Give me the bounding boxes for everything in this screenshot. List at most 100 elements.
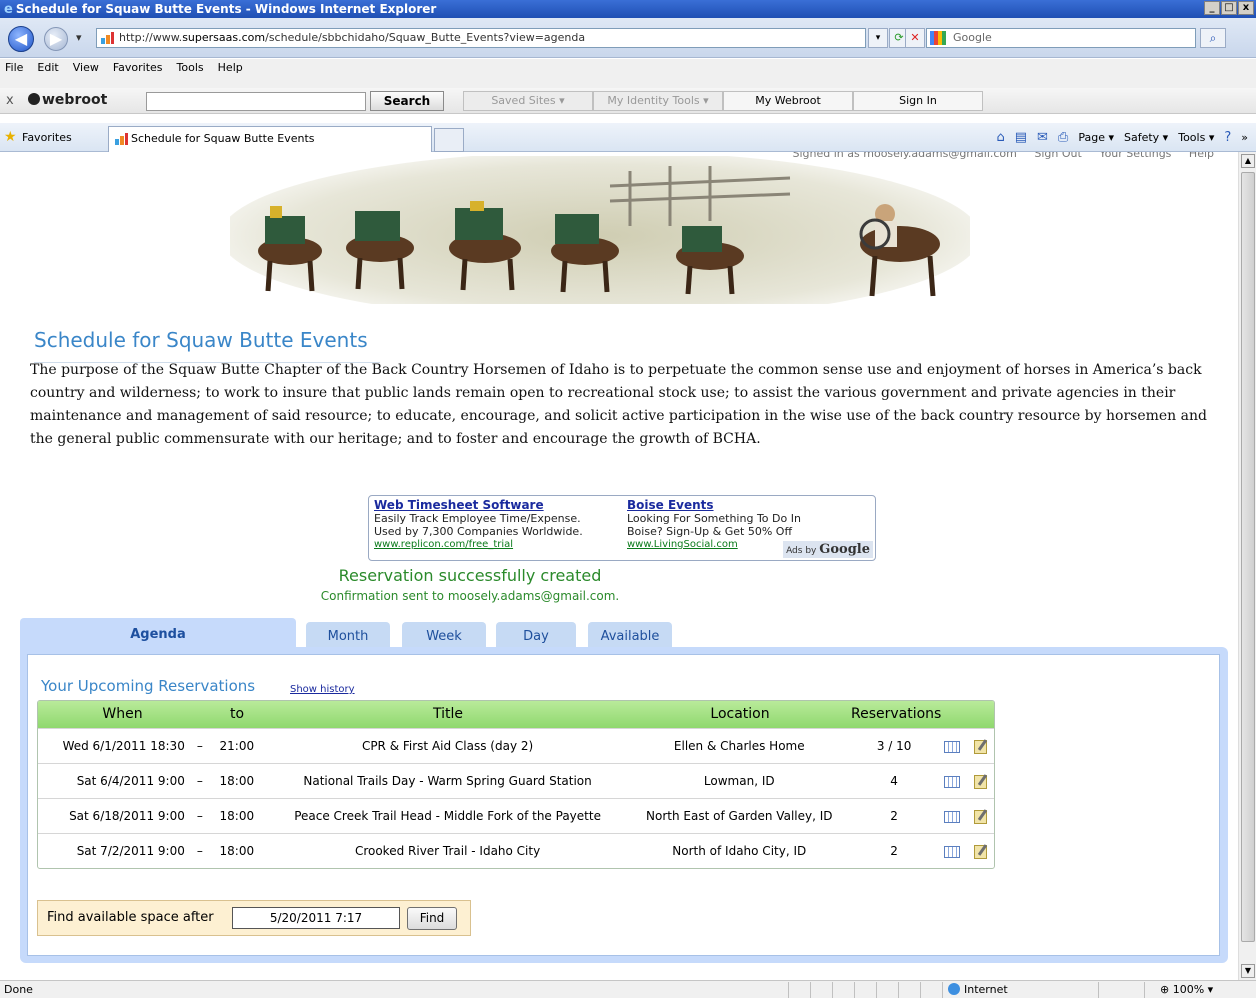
my-webroot-button[interactable]: My Webroot <box>723 91 853 111</box>
show-history-link[interactable]: Show history <box>290 684 355 695</box>
cell-title: National Trails Day - Warm Spring Guard … <box>303 774 592 788</box>
table-row: Sat 6/18/2011 9:00 – 18:00 Peace Creek T… <box>38 798 994 833</box>
ad-line: Looking For Something To Do In <box>627 512 801 525</box>
forward-arrow-icon: ▶ <box>49 29 63 48</box>
find-date-input[interactable]: 5/20/2011 7:17 <box>232 907 400 929</box>
ad-title-link[interactable]: Boise Events <box>627 499 801 512</box>
page-title: Schedule for Squaw Butte Events <box>34 328 380 363</box>
cell-location: North of Idaho City, ID <box>672 844 807 858</box>
chevron-down-icon: ▾ <box>875 33 881 43</box>
cell-when: Sat 7/2/2011 9:00 <box>76 844 185 858</box>
cell-title: Peace Creek Trail Head - Middle Fork of … <box>294 809 601 823</box>
history-dropdown-icon[interactable]: ▾ <box>76 31 82 44</box>
schedule-description: The purpose of the Squaw Butte Chapter o… <box>30 362 1207 447</box>
ie-logo-icon: e <box>4 1 13 17</box>
webroot-logo-icon <box>28 93 40 105</box>
favorites-star-icon[interactable]: ★ <box>4 129 17 145</box>
menu-favorites[interactable]: Favorites <box>112 61 164 74</box>
find-button[interactable]: Find <box>407 907 457 930</box>
print-icon[interactable]: ⎙ <box>1058 130 1068 145</box>
cell-to: 21:00 <box>219 739 255 753</box>
favorites-button[interactable]: Favorites <box>22 131 72 144</box>
status-bar: Done Internet ⊕ 100% ▾ <box>0 980 1256 998</box>
cell-when: Sat 6/18/2011 9:00 <box>69 809 185 823</box>
upcoming-reservations-title: Your Upcoming Reservations <box>41 677 256 695</box>
ad-url-link[interactable]: www.LivingSocial.com <box>627 538 801 551</box>
browser-tab[interactable]: Schedule for Squaw Butte Events <box>108 126 432 152</box>
cell-reservations: 4 <box>890 774 898 788</box>
help-link[interactable]: Help <box>1189 152 1214 160</box>
header-to: to <box>229 706 245 722</box>
security-zone[interactable]: Internet <box>948 983 1008 996</box>
ad-line: Easily Track Employee Time/Expense. <box>374 512 581 525</box>
menu-view[interactable]: View <box>72 61 100 74</box>
edit-icon[interactable] <box>973 844 987 859</box>
stop-button[interactable]: ✕ <box>905 28 925 48</box>
search-icon: ⌕ <box>1209 31 1217 45</box>
ad-title-link[interactable]: Web Timesheet Software <box>374 499 583 512</box>
feeds-icon[interactable]: ▤ <box>1015 130 1027 145</box>
home-icon[interactable]: ⌂ <box>996 130 1004 145</box>
google-search-input[interactable]: Google <box>926 28 1196 48</box>
settings-link[interactable]: Your Settings <box>1099 152 1171 160</box>
mail-icon[interactable]: ✉ <box>1037 130 1048 145</box>
close-toolbar-icon[interactable]: x <box>6 93 14 108</box>
forward-button[interactable]: ▶ <box>44 27 68 51</box>
ads-by-google-link[interactable]: Ads by Google <box>783 541 873 558</box>
globe-icon <box>948 983 960 995</box>
maximize-button[interactable]: □ <box>1221 1 1237 15</box>
minimize-button[interactable]: _ <box>1204 1 1220 15</box>
identity-tools-button[interactable]: My Identity Tools ▾ <box>593 91 723 111</box>
address-dropdown-button[interactable]: ▾ <box>868 28 888 48</box>
ad-item: Boise Events Looking For Something To Do… <box>627 499 801 551</box>
zoom-level[interactable]: ⊕ 100% ▾ <box>1160 983 1213 996</box>
google-search-button[interactable]: ⌕ <box>1200 28 1226 48</box>
saved-sites-button[interactable]: Saved Sites ▾ <box>463 91 593 111</box>
menu-tools[interactable]: Tools <box>176 61 205 74</box>
scroll-up-icon[interactable]: ▲ <box>1241 154 1255 168</box>
scroll-down-icon[interactable]: ▼ <box>1241 964 1255 978</box>
url-domain: supersaas.com <box>182 31 266 44</box>
menu-help[interactable]: Help <box>217 61 244 74</box>
new-tab-button[interactable] <box>434 128 464 152</box>
menu-file[interactable]: File <box>4 61 24 74</box>
cell-dash: – <box>196 739 203 753</box>
refresh-icon: ⟳ <box>894 31 904 44</box>
calendar-icon[interactable] <box>944 775 961 788</box>
back-button[interactable]: ◀ <box>8 26 34 52</box>
google-logo-icon <box>930 31 946 45</box>
ad-line: Used by 7,300 Companies Worldwide. <box>374 525 583 538</box>
reservations-table: When to Title Location Reservations Wed … <box>37 700 995 869</box>
menu-edit[interactable]: Edit <box>36 61 59 74</box>
edit-icon[interactable] <box>973 774 987 789</box>
sign-in-button[interactable]: Sign In <box>853 91 983 111</box>
scrollbar-thumb[interactable] <box>1241 172 1255 942</box>
edit-icon[interactable] <box>973 809 987 824</box>
supersaas-favicon-icon <box>115 133 128 145</box>
ad-url-link[interactable]: www.replicon.com/free_trial <box>374 538 583 551</box>
cell-location: Lowman, ID <box>703 774 775 788</box>
banner-image <box>230 156 970 304</box>
tools-menu[interactable]: Tools ▾ <box>1178 131 1214 144</box>
header-title: Title <box>432 706 463 722</box>
webroot-search-button[interactable]: Search <box>370 91 444 111</box>
cell-to: 18:00 <box>219 844 255 858</box>
calendar-icon[interactable] <box>944 845 961 858</box>
more-commands-icon[interactable]: » <box>1241 131 1248 144</box>
calendar-icon[interactable] <box>944 740 961 753</box>
safety-menu[interactable]: Safety ▾ <box>1124 131 1168 144</box>
webroot-search-input[interactable] <box>146 92 366 111</box>
page-menu[interactable]: Page ▾ <box>1078 131 1114 144</box>
cell-to: 18:00 <box>219 774 255 788</box>
address-input[interactable]: http://www.supersaas.com/schedule/sbbchi… <box>96 28 866 48</box>
confirmation-message: Confirmation sent to moosely.adams@gmail… <box>320 589 620 603</box>
calendar-icon[interactable] <box>944 810 961 823</box>
edit-icon[interactable] <box>973 739 987 754</box>
close-window-button[interactable]: x <box>1238 1 1254 15</box>
help-icon[interactable]: ? <box>1224 130 1231 145</box>
cell-dash: – <box>196 844 203 858</box>
ad-item: Web Timesheet Software Easily Track Empl… <box>374 499 583 551</box>
table-row: Wed 6/1/2011 18:30 – 21:00 CPR & First A… <box>38 728 994 763</box>
vertical-scrollbar[interactable]: ▲ ▼ <box>1238 152 1256 980</box>
sign-out-link[interactable]: Sign Out <box>1034 152 1081 160</box>
